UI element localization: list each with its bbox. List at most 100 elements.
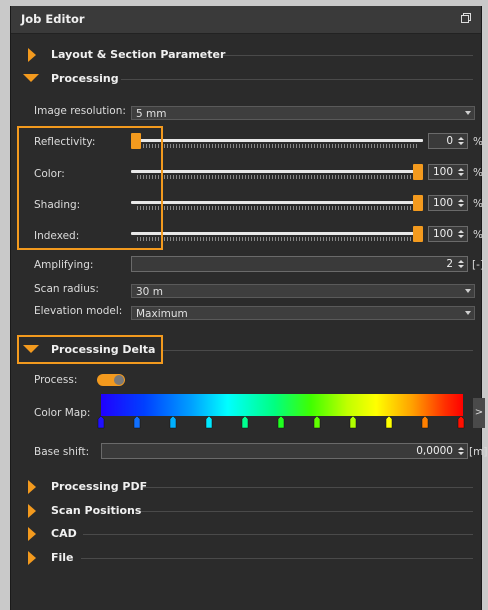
chevron-down-icon <box>465 311 471 315</box>
percent-unit: % <box>473 136 483 148</box>
divider <box>143 487 473 488</box>
divider <box>163 350 473 351</box>
color-stop-icon <box>457 416 465 429</box>
reflectivity-slider[interactable] <box>131 133 423 149</box>
spin-arrows-icon[interactable] <box>457 198 465 208</box>
toggle-knob <box>114 375 124 385</box>
reflectivity-spinbox[interactable]: 0 <box>428 133 468 149</box>
scan-radius-label: Scan radius: <box>34 283 99 295</box>
slider-thumb[interactable] <box>413 164 423 180</box>
highlight-box-delta <box>17 335 163 364</box>
divider <box>141 511 473 512</box>
scan-radius-value: 30 m <box>136 286 163 298</box>
color-stop-icon <box>133 416 141 429</box>
slider-ticks <box>137 206 417 210</box>
color-map-label: Color Map: <box>34 407 91 419</box>
section-cad[interactable]: CAD <box>11 523 481 545</box>
chevron-down-icon <box>465 289 471 293</box>
section-processing-pdf[interactable]: Processing PDF <box>11 476 481 498</box>
color-stop-icon <box>421 416 429 429</box>
slider-track <box>131 232 423 235</box>
image-resolution-select[interactable]: 5 mm <box>131 106 475 120</box>
section-label: CAD <box>51 527 77 540</box>
section-processing[interactable]: Processing <box>11 68 481 90</box>
slider-track <box>131 201 423 204</box>
color-stop-icon <box>277 416 285 429</box>
amplifying-spinbox[interactable]: 2 <box>131 256 468 272</box>
elevation-model-select[interactable]: Maximum <box>131 306 475 320</box>
base-shift-label: Base shift: <box>34 446 90 458</box>
elevation-model-label: Elevation model: <box>34 305 123 317</box>
section-scan-positions[interactable]: Scan Positions <box>11 500 481 522</box>
expand-arrow-icon <box>28 48 36 62</box>
color-map-gradient[interactable] <box>101 394 463 416</box>
image-resolution-label: Image resolution: <box>34 105 126 117</box>
color-stop-icon <box>385 416 393 429</box>
percent-unit: % <box>473 198 483 210</box>
section-label: Scan Positions <box>51 504 142 517</box>
expand-arrow-icon <box>28 551 36 565</box>
color-spinbox[interactable]: 100 <box>428 164 468 180</box>
window-title: Job Editor <box>21 12 85 26</box>
expand-arrow-icon <box>28 527 36 541</box>
indexed-spinbox[interactable]: 100 <box>428 226 468 242</box>
section-layout[interactable]: Layout & Section Parameter <box>11 44 481 66</box>
spin-arrows-icon[interactable] <box>457 259 465 269</box>
color-stop-icon <box>313 416 321 429</box>
color-map-more-button[interactable]: > <box>473 398 485 428</box>
divider <box>81 558 473 559</box>
slider-ticks <box>137 144 417 148</box>
restore-icon[interactable] <box>461 13 471 23</box>
shading-spinbox[interactable]: 100 <box>428 195 468 211</box>
spin-arrows-icon[interactable] <box>457 446 465 456</box>
percent-unit: % <box>473 229 483 241</box>
shading-slider[interactable] <box>131 195 423 211</box>
job-editor-panel: Job Editor Layout & Section Parameter Pr… <box>10 6 487 610</box>
color-stop-icon <box>97 416 105 429</box>
slider-track <box>131 170 423 173</box>
process-toggle[interactable] <box>97 374 125 386</box>
color-stop-icon <box>205 416 213 429</box>
highlight-box-sliders <box>17 126 163 250</box>
divider <box>121 79 473 80</box>
slider-ticks <box>137 237 417 241</box>
base-shift-unit: [m] <box>469 446 488 458</box>
image-resolution-value: 5 mm <box>136 108 167 120</box>
section-label: File <box>51 551 74 564</box>
color-stop-icon <box>241 416 249 429</box>
spin-arrows-icon[interactable] <box>457 229 465 239</box>
chevron-down-icon <box>465 111 471 115</box>
expand-arrow-icon <box>28 480 36 494</box>
process-label: Process: <box>34 374 78 386</box>
slider-ticks <box>137 175 417 179</box>
spin-value: 0 <box>446 135 453 147</box>
slider-thumb[interactable] <box>413 195 423 211</box>
spin-value: 100 <box>432 228 453 240</box>
color-map-stops[interactable] <box>97 416 467 430</box>
section-label: Layout & Section Parameter <box>51 48 226 61</box>
base-shift-spinbox[interactable]: 0,0000 <box>101 443 468 459</box>
expand-arrow-icon <box>28 504 36 518</box>
elevation-model-value: Maximum <box>136 308 188 320</box>
scan-radius-select[interactable]: 30 m <box>131 284 475 298</box>
title-bar: Job Editor <box>11 6 481 34</box>
spin-value: 2 <box>446 258 453 270</box>
color-slider[interactable] <box>131 164 423 180</box>
section-label: Processing PDF <box>51 480 148 493</box>
divider <box>223 55 473 56</box>
indexed-slider[interactable] <box>131 226 423 242</box>
spin-value: 0,0000 <box>416 445 453 457</box>
spin-arrows-icon[interactable] <box>457 167 465 177</box>
color-stop-icon <box>349 416 357 429</box>
slider-track <box>131 139 423 142</box>
amplifying-label: Amplifying: <box>34 259 94 271</box>
spin-value: 100 <box>432 166 453 178</box>
slider-thumb[interactable] <box>413 226 423 242</box>
spin-arrows-icon[interactable] <box>457 136 465 146</box>
percent-unit: % <box>473 167 483 179</box>
section-label: Processing <box>51 72 119 85</box>
section-file[interactable]: File <box>11 547 481 569</box>
collapse-arrow-icon <box>23 74 39 82</box>
color-stop-markers <box>97 416 465 429</box>
color-stop-icon <box>169 416 177 429</box>
